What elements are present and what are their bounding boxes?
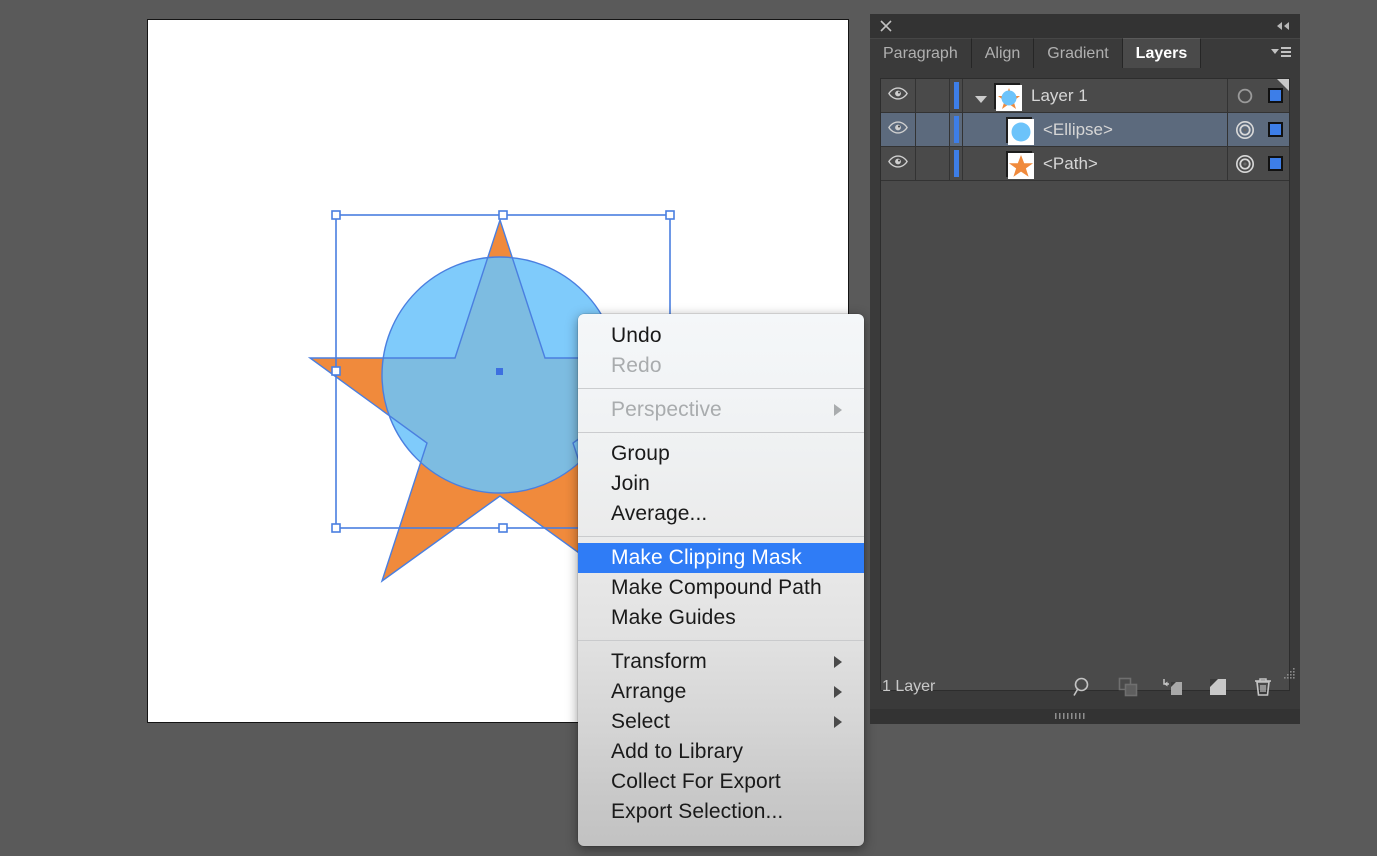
visibility-toggle[interactable] — [881, 147, 916, 180]
menu-item-make-clipping-mask[interactable]: Make Clipping Mask — [578, 543, 864, 573]
lock-toggle[interactable] — [916, 113, 950, 146]
tab-align[interactable]: Align — [971, 38, 1035, 68]
layer-count-status: 1 Layer — [882, 678, 936, 695]
panel-drag-grip[interactable] — [870, 709, 1300, 724]
layer-row-content[interactable]: Layer 1 — [963, 79, 1227, 112]
grip-dots-icon — [1055, 713, 1085, 719]
eye-icon — [888, 120, 908, 139]
circle-and-star-thumbnail — [994, 82, 1022, 111]
layer-row-content[interactable]: <Path> — [963, 147, 1227, 180]
submenu-arrow-icon — [834, 716, 842, 728]
layers-list[interactable]: Layer 1 <Ellipse> <Path> — [880, 78, 1290, 691]
blue-circle-thumbnail — [1006, 116, 1034, 145]
context-menu[interactable]: Undo Redo Perspective Group Join Average... Ma… — [578, 314, 864, 846]
panel-footer: 1 Layer — [870, 668, 1300, 702]
menu-separator — [578, 536, 864, 537]
panel-corner-marker — [1277, 79, 1289, 91]
tab-label: Paragraph — [883, 44, 958, 62]
target-indicator[interactable] — [1227, 79, 1261, 112]
menu-item-select[interactable]: Select — [578, 707, 864, 737]
menu-separator — [578, 388, 864, 389]
menu-item-label: Join — [611, 472, 650, 495]
tab-gradient[interactable]: Gradient — [1034, 38, 1123, 68]
menu-item-group[interactable]: Group — [578, 439, 864, 469]
menu-item-label: Make Compound Path — [611, 576, 822, 599]
panel-tab-bar[interactable]: Paragraph Align Gradient Layers — [870, 38, 1300, 68]
locate-object-icon[interactable] — [1072, 676, 1094, 698]
menu-item-make-compound-path[interactable]: Make Compound Path — [578, 573, 864, 603]
menu-item-collect-for-export[interactable]: Collect For Export — [578, 767, 864, 797]
lock-toggle[interactable] — [916, 147, 950, 180]
panel-resize-grip[interactable] — [1282, 666, 1296, 680]
table-row[interactable]: <Ellipse> — [881, 113, 1289, 147]
menu-item-average[interactable]: Average... — [578, 499, 864, 529]
menu-item-label: Make Clipping Mask — [611, 546, 802, 569]
layer-color-chip — [1261, 113, 1289, 146]
tab-label: Gradient — [1047, 44, 1109, 62]
menu-item-label: Export Selection... — [611, 800, 784, 823]
menu-separator — [578, 432, 864, 433]
menu-item-transform[interactable]: Transform — [578, 647, 864, 677]
menu-item-label: Make Guides — [611, 606, 736, 629]
delete-selection-icon[interactable] — [1252, 676, 1274, 698]
submenu-arrow-icon — [834, 686, 842, 698]
menu-item-redo: Redo — [578, 351, 864, 381]
menu-item-export-selection[interactable]: Export Selection... — [578, 797, 864, 827]
layer-name-label[interactable]: <Path> — [1043, 154, 1098, 174]
menu-item-label: Arrange — [611, 680, 687, 703]
selection-indicator-bar — [950, 113, 963, 146]
menu-separator — [578, 640, 864, 641]
menu-item-add-to-library[interactable]: Add to Library — [578, 737, 864, 767]
eye-icon — [888, 154, 908, 173]
layer-name-label[interactable]: Layer 1 — [1031, 86, 1088, 106]
table-row[interactable]: Layer 1 — [881, 79, 1289, 113]
menu-item-label: Perspective — [611, 398, 722, 421]
chevron-down-icon[interactable] — [974, 91, 988, 103]
tab-label: Layers — [1135, 44, 1188, 62]
layer-name-label[interactable]: <Ellipse> — [1043, 120, 1113, 140]
menu-item-perspective: Perspective — [578, 395, 864, 425]
make-release-clipping-mask-icon[interactable] — [1117, 676, 1139, 698]
selection-indicator-bar — [950, 147, 963, 180]
lock-toggle[interactable] — [916, 79, 950, 112]
menu-item-label: Collect For Export — [611, 770, 781, 793]
submenu-arrow-icon — [834, 656, 842, 668]
panel-options-menu-icon[interactable] — [1270, 45, 1292, 61]
create-new-sublayer-icon[interactable] — [1162, 676, 1184, 698]
panel-titlebar — [870, 14, 1300, 38]
menu-item-label: Select — [611, 710, 670, 733]
layer-row-content[interactable]: <Ellipse> — [963, 113, 1227, 146]
menu-item-label: Redo — [611, 354, 662, 377]
selection-indicator-bar — [950, 79, 963, 112]
visibility-toggle[interactable] — [881, 113, 916, 146]
menu-item-label: Undo — [611, 324, 662, 347]
create-new-layer-icon[interactable] — [1207, 676, 1229, 698]
visibility-toggle[interactable] — [881, 79, 916, 112]
submenu-arrow-icon — [834, 404, 842, 416]
tab-layers[interactable]: Layers — [1122, 38, 1202, 68]
menu-item-label: Transform — [611, 650, 707, 673]
table-row[interactable]: <Path> — [881, 147, 1289, 181]
tab-paragraph[interactable]: Paragraph — [870, 38, 972, 68]
layers-panel[interactable]: Paragraph Align Gradient Layers Layer 1 <… — [870, 14, 1300, 724]
panel-footer-icons[interactable] — [1072, 672, 1274, 702]
menu-item-make-guides[interactable]: Make Guides — [578, 603, 864, 633]
menu-item-undo[interactable]: Undo — [578, 321, 864, 351]
target-indicator[interactable] — [1227, 113, 1261, 146]
orange-star-thumbnail — [1006, 150, 1034, 179]
center-anchor-point — [496, 368, 503, 375]
collapse-double-chevron-icon[interactable] — [1274, 19, 1292, 33]
target-indicator[interactable] — [1227, 147, 1261, 180]
eye-icon — [888, 86, 908, 105]
menu-item-label: Average... — [611, 502, 708, 525]
layer-color-chip — [1261, 147, 1289, 180]
menu-item-label: Add to Library — [611, 740, 744, 763]
menu-item-arrange[interactable]: Arrange — [578, 677, 864, 707]
close-icon[interactable] — [879, 19, 893, 33]
tab-label: Align — [984, 44, 1021, 62]
menu-item-label: Group — [611, 442, 670, 465]
menu-item-join[interactable]: Join — [578, 469, 864, 499]
